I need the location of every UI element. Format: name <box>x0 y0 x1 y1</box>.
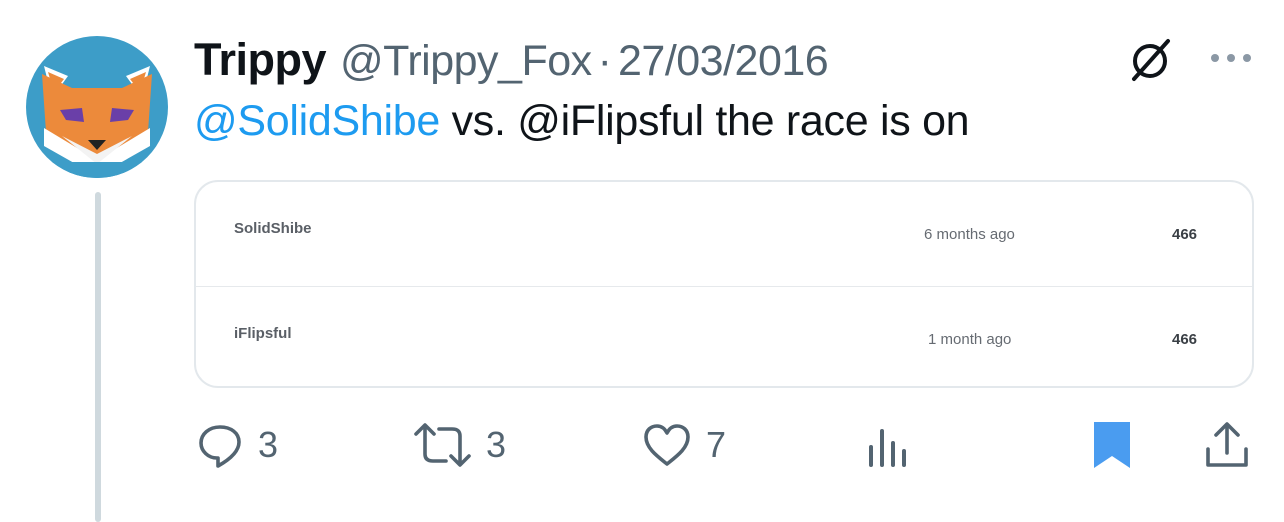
tweet-date[interactable]: 27/03/2016 <box>618 37 829 86</box>
reply-button[interactable]: 3 <box>196 410 278 480</box>
ellipsis-icon[interactable] <box>1208 46 1254 70</box>
bookmark-icon <box>1092 420 1132 470</box>
tweet-body: vs. @iFlipsful the race is on <box>439 97 970 145</box>
reply-icon <box>196 421 244 469</box>
action-bar: 3 3 7 <box>0 410 1284 480</box>
retweet-count: 3 <box>486 424 507 465</box>
tweet-text: @SolidShibe vs. @iFlipsful the race is o… <box>194 97 970 146</box>
reply-count: 3 <box>258 424 279 465</box>
bookmark-button[interactable] <box>1092 410 1132 480</box>
separator-dot: · <box>597 37 612 85</box>
row-name: SolidShibe <box>234 220 312 237</box>
embedded-image-card[interactable]: SolidShibe 6 months ago 466 iFlipsful 1 … <box>194 180 1254 388</box>
views-button[interactable] <box>866 410 910 480</box>
avatar[interactable] <box>26 36 168 178</box>
retweet-button[interactable]: 3 <box>414 410 506 480</box>
row-count: 466 <box>1172 331 1198 348</box>
share-button[interactable] <box>1204 410 1250 480</box>
share-icon <box>1204 421 1250 469</box>
like-button[interactable]: 7 <box>642 410 726 480</box>
row-time: 1 month ago <box>928 331 1012 348</box>
user-handle[interactable]: @Trippy_Fox <box>340 37 592 86</box>
tweet-header: Trippy @Trippy_Fox · 27/03/2016 <box>194 34 829 90</box>
slash-circle-icon[interactable] <box>1126 36 1174 84</box>
fox-avatar-image <box>26 66 168 178</box>
card-row: iFlipsful 1 month ago 466 <box>196 286 1252 386</box>
heart-icon <box>642 422 692 468</box>
like-count: 7 <box>706 424 727 465</box>
row-time: 6 months ago <box>924 226 1015 243</box>
analytics-icon <box>866 421 910 469</box>
display-name[interactable]: Trippy <box>194 34 327 86</box>
row-name: iFlipsful <box>234 325 292 342</box>
row-count: 466 <box>1172 226 1198 243</box>
mention-link[interactable]: @SolidShibe <box>194 97 440 145</box>
retweet-icon <box>414 421 472 469</box>
card-row: SolidShibe 6 months ago 466 <box>196 182 1252 286</box>
